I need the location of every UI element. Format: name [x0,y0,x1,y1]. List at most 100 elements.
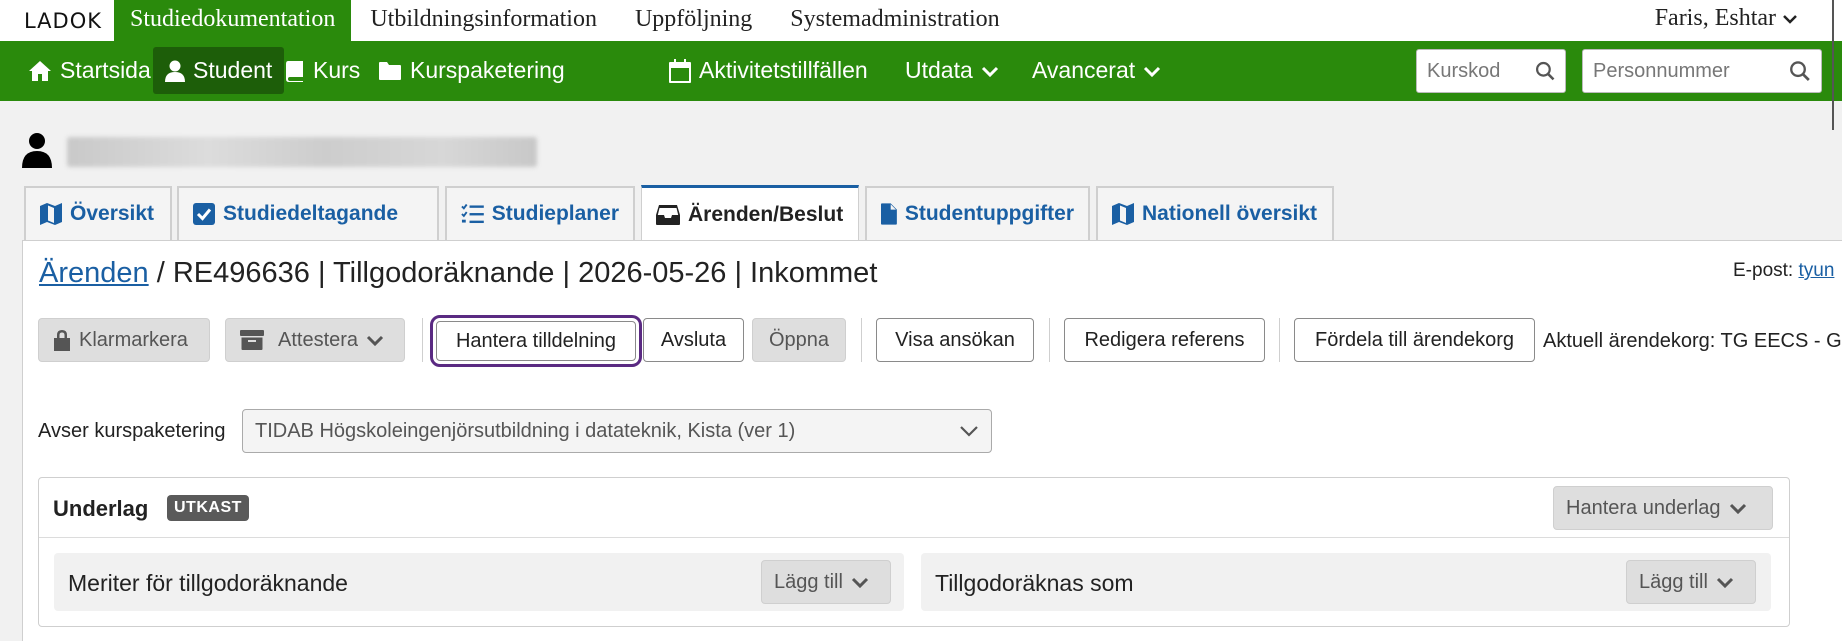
top-navigation: Studiedokumentation Utbildningsinformati… [114,0,1019,41]
top-nav-studiedokumentation[interactable]: Studiedokumentation [114,0,352,41]
lagg-till-tillgodoraknas-button[interactable]: Lägg till [1626,560,1756,604]
lagg-till-label: Lägg till [1639,570,1708,593]
person-search-input[interactable] [1593,59,1790,83]
calendar-icon [669,58,691,83]
ladok-logo[interactable]: LADOK [24,9,102,33]
klarmarkera-label: Klarmarkera [79,328,188,351]
oppna-label: Öppna [768,328,830,351]
status-badge: UTKAST [167,495,249,521]
student-name-redacted [67,137,537,167]
toolbar-divider [1049,318,1050,362]
nav-avancerat[interactable]: Avancerat [1020,47,1173,94]
nav-startsida[interactable]: Startsida [16,47,163,94]
meriter-card: Meriter för tillgodoräknande Lägg till [54,553,904,611]
case-title: / RE496636 | Tillgodoräknande | 2026-05-… [156,257,878,289]
toolbar-divider [1279,318,1280,362]
hantera-underlag-button[interactable]: Hantera underlag [1553,486,1773,530]
oppna-button[interactable]: Öppna [752,318,846,362]
home-icon [29,60,51,81]
nav-aktivitetstillfallen[interactable]: Aktivitetstillfällen [657,47,880,94]
search-icon[interactable] [1789,59,1811,83]
list-icon [461,203,484,224]
nav-kurs-label: Kurs [313,57,361,83]
avsluta-button[interactable]: Avsluta [643,318,744,362]
avsluta-label: Avsluta [660,328,727,351]
redigera-referens-label: Redigera referens [1084,328,1245,351]
top-bar: LADOK Studiedokumentation Utbildningsinf… [0,0,1842,41]
hantera-tilldelning-label: Hantera tilldelning [455,329,617,352]
chevron-down-icon [1783,14,1797,24]
lagg-till-meriter-button[interactable]: Lägg till [761,560,891,604]
nav-aktivitetstillfallen-label: Aktivitetstillfällen [699,57,868,83]
checkbox-icon [193,203,215,225]
map-icon [40,203,62,225]
tab-nationell-oversikt-label: Nationell översikt [1142,202,1318,225]
nav-student-label: Student [193,57,273,83]
tab-oversikt-label: Översikt [70,202,155,225]
fordela-button[interactable]: Fördela till ärendekorg [1294,318,1535,362]
avser-label: Avser kurspaketering [38,420,226,442]
attestera-label: Attestera [278,328,359,351]
tab-oversikt[interactable]: Översikt [24,186,172,240]
nav-utdata-label: Utdata [905,57,973,83]
underlag-title: Underlag [53,496,149,521]
hantera-tilldelning-button[interactable]: Hantera tilldelning [430,315,642,367]
meriter-title: Meriter för tillgodoräknande [68,570,348,596]
person-search-box [1582,49,1822,93]
nav-kurspaketering[interactable]: Kurspaketering [366,47,577,94]
archive-icon [240,330,264,350]
chevron-down-icon [1729,503,1746,514]
chevron-down-icon [366,335,384,346]
breadcrumb-arenden-link[interactable]: Ärenden [39,257,149,289]
scrollbar[interactable] [1832,0,1834,130]
attestera-button[interactable]: Attestera [225,318,405,362]
course-search-box [1416,49,1566,93]
folder-icon [379,61,401,80]
tab-studentuppgifter[interactable]: Studentuppgifter [865,186,1090,240]
kurspaketering-select[interactable]: TIDAB Högskoleingenjörsutbildning i data… [242,409,992,453]
email-info: E-post: tyun [1733,260,1834,282]
book-icon [286,60,303,82]
person-icon [165,60,185,82]
inbox-icon [656,204,680,225]
tab-arenden-beslut-label: Ärenden/Beslut [688,202,844,226]
visa-ansokan-button[interactable]: Visa ansökan [876,318,1034,362]
top-nav-utbildningsinformation[interactable]: Utbildningsinformation [351,0,616,41]
tab-arenden-beslut[interactable]: Ärenden/Beslut [641,185,859,241]
document-icon [881,203,897,225]
top-nav-systemadministration[interactable]: Systemadministration [771,0,1018,41]
redigera-referens-button[interactable]: Redigera referens [1064,318,1265,362]
hantera-underlag-label: Hantera underlag [1566,496,1721,519]
lock-icon [54,330,70,351]
nav-startsida-label: Startsida [60,57,151,83]
visa-ansokan-label: Visa ansökan [895,328,1015,351]
toolbar-divider [422,318,423,362]
email-label: E-post: [1733,260,1794,281]
chevron-down-icon [1716,577,1733,588]
tab-studieplaner-label: Studieplaner [491,202,619,225]
tab-nationell-oversikt[interactable]: Nationell översikt [1096,186,1334,240]
underlag-panel: Underlag UTKAST Hantera underlag Meriter… [38,477,1790,627]
user-menu[interactable]: Faris, Eshtar [1655,5,1798,32]
tab-studiedeltagande[interactable]: Studiedeltagande [177,186,439,240]
tab-studentuppgifter-label: Studentuppgifter [904,202,1074,225]
fordela-label: Fördela till ärendekorg [1315,328,1514,351]
email-link[interactable]: tyun [1798,260,1834,281]
person-icon [22,133,52,168]
lagg-till-label: Lägg till [774,570,843,593]
chevron-down-icon [1144,66,1161,77]
klarmarkera-button[interactable]: Klarmarkera [38,318,210,362]
toolbar-divider [861,318,862,362]
chevron-down-icon [981,66,998,77]
tab-studieplaner[interactable]: Studieplaner [445,186,635,240]
course-search-input[interactable] [1427,59,1535,83]
search-icon[interactable] [1535,59,1555,83]
kurspaketering-value: TIDAB Högskoleingenjörsutbildning i data… [255,419,796,442]
tillgodoraknas-card: Tillgodoräknas som Lägg till [921,553,1771,611]
nav-utdata[interactable]: Utdata [893,47,1011,94]
underlag-header: Underlag UTKAST Hantera underlag [39,478,1789,538]
top-nav-uppfoljning[interactable]: Uppföljning [616,0,771,41]
tillgodoraknas-title: Tillgodoräknas som [935,570,1134,596]
nav-kurs[interactable]: Kurs [273,47,372,94]
nav-student[interactable]: Student [153,47,285,94]
